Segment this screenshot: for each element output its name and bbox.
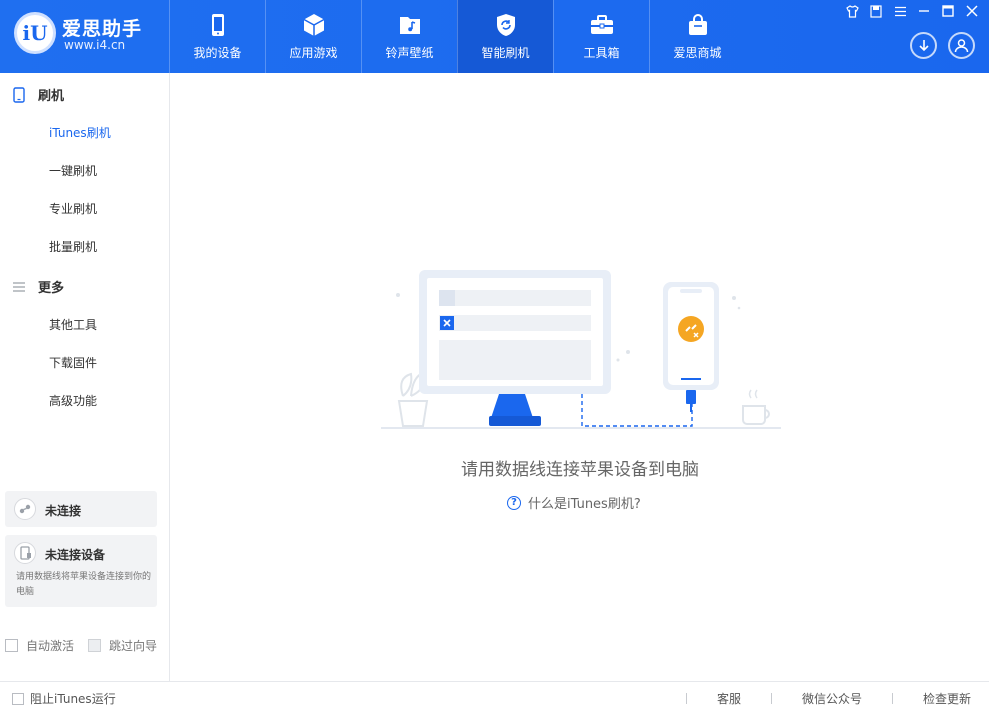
cube-icon: [303, 13, 324, 36]
download-button[interactable]: [910, 32, 937, 59]
close-icon[interactable]: [963, 3, 981, 19]
device-icon: [14, 542, 36, 564]
connect-instruction: 请用数据线连接苹果设备到电脑: [461, 460, 699, 480]
device-card-desc: 请用数据线将苹果设备连接到你的电脑: [16, 572, 152, 597]
question-icon: ?: [507, 495, 521, 510]
checkbox-box: [12, 692, 24, 705]
nav-label: 工具箱: [583, 45, 620, 60]
refresh-shield-icon: [496, 13, 515, 36]
section-more-title: 更多: [38, 281, 65, 296]
sidebar-item-pro-flash[interactable]: 专业刷机: [49, 200, 97, 217]
nav-my-device[interactable]: 我的设备: [169, 0, 265, 73]
list-icon: [13, 281, 25, 292]
itunes-flash-help-link[interactable]: ? 什么是iTunes刷机?: [507, 493, 641, 512]
device-card: 未连接设备 请用数据线将苹果设备连接到你的电脑: [5, 535, 157, 607]
toolbox-icon: [590, 14, 613, 34]
logo-badge-icon: iU: [14, 12, 56, 54]
section-flash: 刷机: [12, 85, 64, 104]
cup-icon: [742, 389, 770, 425]
minimize-icon[interactable]: [915, 3, 933, 19]
checkbox-box: [5, 639, 18, 652]
download-icon: [918, 39, 929, 51]
block-itunes-checkbox[interactable]: 阻止iTunes运行: [12, 690, 116, 707]
skin-icon[interactable]: [843, 3, 861, 19]
auto-activate-label: 自动激活: [26, 639, 75, 653]
sidebar-item-itunes-flash[interactable]: iTunes刷机: [49, 124, 111, 141]
sidebar-item-batch-flash[interactable]: 批量刷机: [49, 238, 97, 255]
block-itunes-label: 阻止iTunes运行: [30, 692, 116, 706]
section-more: 更多: [12, 277, 64, 296]
music-folder-icon: [399, 16, 420, 34]
sidebar: 刷机 iTunes刷机 一键刷机 专业刷机 批量刷机 更多 其他工具 下载固件 …: [0, 73, 170, 681]
main-content: 请用数据线连接苹果设备到电脑 ? 什么是iTunes刷机?: [171, 73, 989, 681]
app-logo: iU 爱思助手 www.i4.cn: [14, 12, 164, 60]
help-link-text: 什么是iTunes刷机?: [528, 497, 641, 512]
nav-apps-games[interactable]: 应用游戏: [265, 0, 361, 73]
divider: [891, 693, 893, 704]
shopping-bag-icon: [688, 13, 707, 35]
nav-smart-flash[interactable]: 智能刷机: [457, 0, 553, 73]
user-icon: [954, 39, 969, 53]
sidebar-item-one-click-flash[interactable]: 一键刷机: [49, 162, 97, 179]
sidebar-item-other-tools[interactable]: 其他工具: [49, 316, 97, 333]
phone-illustration-icon: [663, 282, 719, 412]
connect-device-illustration: [381, 270, 781, 429]
phone-icon: [211, 13, 224, 36]
title-bar: iU 爱思助手 www.i4.cn 我的设备 应用游戏 铃声壁纸 智能刷机 工具…: [0, 0, 989, 73]
account-button[interactable]: [948, 32, 975, 59]
skip-guide-label: 跳过向导: [109, 639, 158, 653]
divider: [685, 693, 687, 704]
nav-toolbox[interactable]: 工具箱: [553, 0, 649, 73]
feedback-icon[interactable]: [867, 3, 885, 19]
menu-icon[interactable]: [891, 3, 909, 19]
check-update-link[interactable]: 检查更新: [923, 690, 971, 707]
connection-status-text: 未连接: [45, 504, 82, 518]
nav-store[interactable]: 爱思商城: [649, 0, 745, 73]
phone-outline-icon: [13, 86, 25, 103]
device-card-title: 未连接设备: [45, 548, 106, 562]
skip-guide-checkbox[interactable]: 跳过向导: [88, 637, 157, 654]
connection-status-card: 未连接: [5, 491, 157, 527]
main-nav: 我的设备 应用游戏 铃声壁纸 智能刷机 工具箱 爱思商城: [169, 0, 745, 73]
section-flash-title: 刷机: [38, 89, 65, 104]
wechat-link[interactable]: 微信公众号: [802, 690, 862, 707]
nav-label: 铃声壁纸: [385, 45, 434, 60]
checkbox-box: [88, 639, 101, 652]
nav-label: 应用游戏: [289, 45, 338, 60]
divider: [770, 693, 772, 704]
app-name: 爱思助手: [62, 18, 143, 40]
sidebar-item-download-firmware[interactable]: 下载固件: [49, 354, 97, 371]
maximize-icon[interactable]: [939, 3, 957, 19]
app-url: www.i4.cn: [64, 38, 126, 52]
nav-label: 我的设备: [193, 45, 242, 60]
link-status-icon: [14, 498, 36, 520]
nav-ringtones-wallpapers[interactable]: 铃声壁纸: [361, 0, 457, 73]
auto-activate-checkbox[interactable]: 自动激活: [5, 637, 74, 654]
nav-label: 爱思商城: [673, 45, 722, 60]
sidebar-item-advanced[interactable]: 高级功能: [49, 392, 97, 409]
nav-label: 智能刷机: [481, 45, 530, 60]
window-controls: [843, 3, 981, 19]
status-bar: 阻止iTunes运行 客服 微信公众号 检查更新: [0, 681, 989, 709]
customer-service-link[interactable]: 客服: [717, 690, 741, 707]
footer-links: 客服 微信公众号 检查更新: [656, 690, 971, 707]
